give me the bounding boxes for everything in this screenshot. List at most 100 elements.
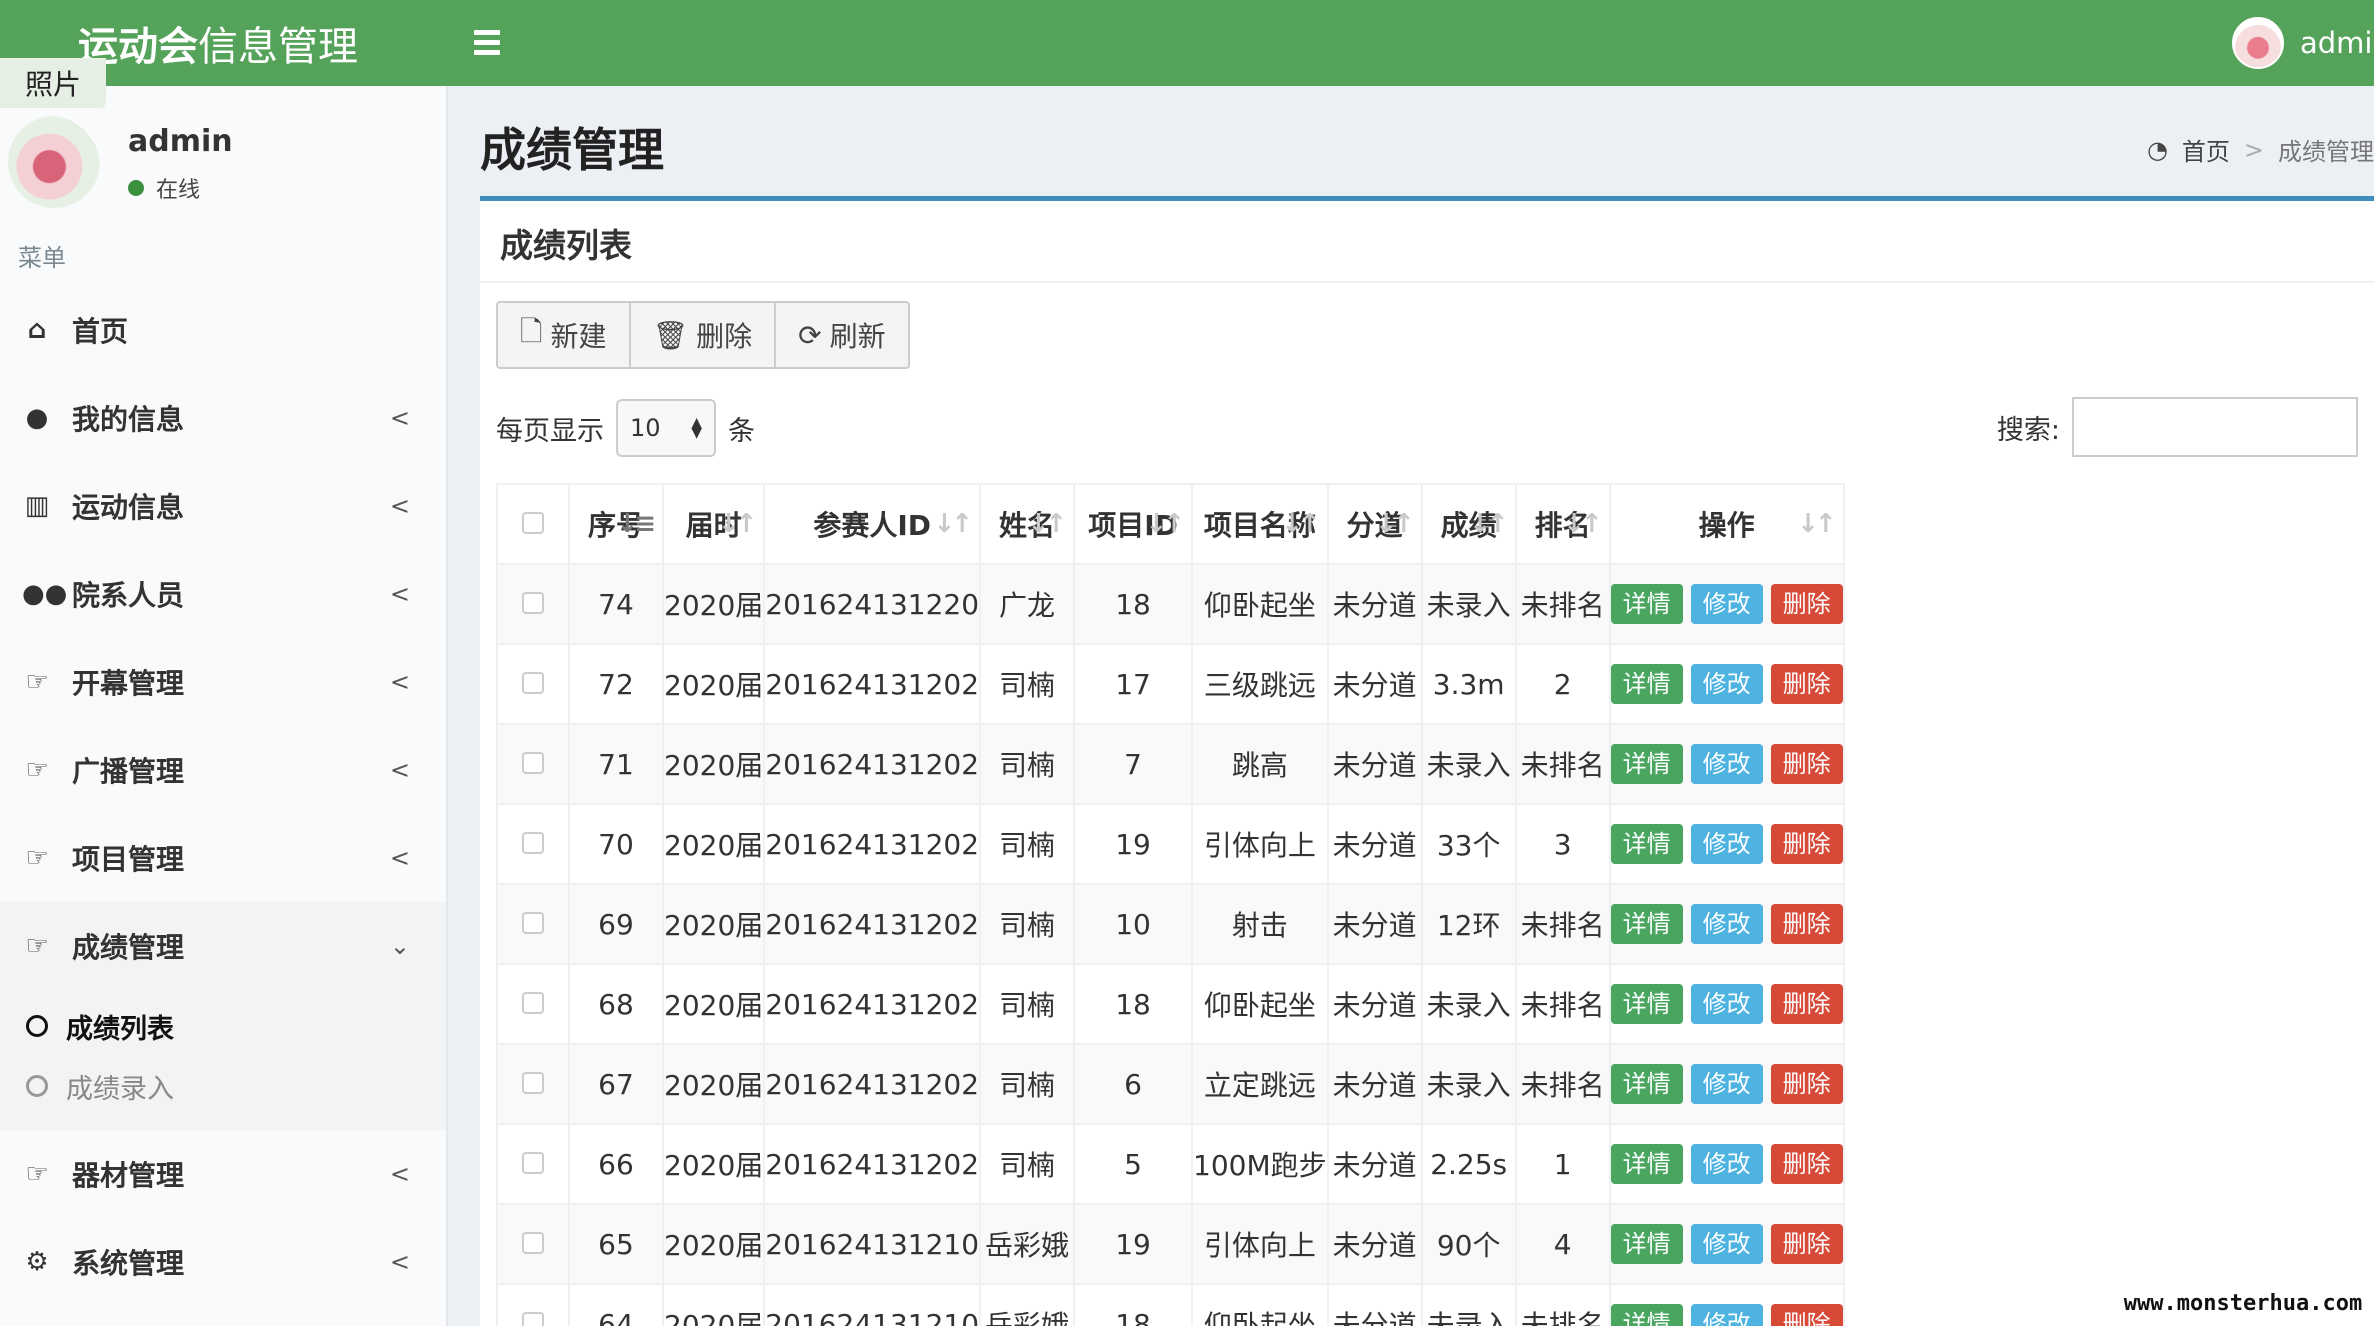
row-checkbox-cell [496,1283,570,1326]
row-actions-cell: 详情 修改 删除 [1608,1123,1845,1205]
edit-button[interactable]: 修改 [1690,584,1763,624]
column-header[interactable]: 届时 ↓↑ [661,483,766,565]
edit-button[interactable]: 修改 [1690,744,1763,784]
refresh-button[interactable]: ⟳ 刷新 [776,303,907,367]
row-delete-button[interactable]: 删除 [1770,984,1843,1024]
new-button[interactable]: 🗋 新建 [498,303,631,367]
detail-button[interactable]: 详情 [1610,824,1683,864]
detail-button[interactable]: 详情 [1610,1064,1683,1104]
hand-point-icon: ☞ [25,667,49,697]
sidebar-item-equipment[interactable]: ☞ 器材管理 < [0,1130,446,1218]
table-cell: 司楠 [979,803,1076,885]
sidebar-toggle-icon[interactable] [474,22,508,62]
row-delete-button[interactable]: 删除 [1770,1304,1843,1326]
detail-button[interactable]: 详情 [1610,1144,1683,1184]
row-checkbox[interactable] [522,591,544,614]
edit-button[interactable]: 修改 [1690,1224,1763,1264]
breadcrumb-current: 成绩管理 [2278,138,2374,166]
row-delete-button[interactable]: 删除 [1770,904,1843,944]
sidebar-item-sports-info[interactable]: ▥ 运动信息 < [0,462,446,550]
sidebar-item-opening[interactable]: ☞ 开幕管理 < [0,638,446,726]
select-all-checkbox[interactable] [522,511,544,534]
sidebar-menu: ⌂ 首页 ● 我的信息 < ▥ 运动信息 < ●● 院系人员 < ☞ 开幕管理 … [0,286,446,1306]
row-delete-button[interactable]: 删除 [1770,1224,1843,1264]
column-header[interactable]: 姓名 ↓↑ [979,483,1076,565]
column-header[interactable]: 项目名称 ↓↑ [1191,483,1329,565]
row-checkbox[interactable] [522,1151,544,1174]
search-input[interactable] [2072,397,2358,457]
row-delete-button[interactable]: 删除 [1770,824,1843,864]
sidebar-item-events[interactable]: ☞ 项目管理 < [0,814,446,902]
user-panel: admin 在线 [0,100,448,210]
sidebar-item-my-info[interactable]: ● 我的信息 < [0,374,446,462]
table-cell: 2020届 [661,563,766,645]
sort-desc-icon: ↓≡ [616,509,656,539]
column-header[interactable]: 参赛人ID ↓↑ [763,483,982,565]
table-cell: 未排名 [1514,563,1611,645]
table-cell: 未排名 [1514,963,1611,1045]
breadcrumb-home-link[interactable]: 首页 [2182,132,2230,167]
sidebar-item-broadcast[interactable]: ☞ 广播管理 < [0,726,446,814]
sidebar-item-scores[interactable]: ☞ 成绩管理 ⌄ [0,902,446,990]
table-cell: 司楠 [979,1043,1076,1125]
row-actions-cell: 详情 修改 删除 [1608,803,1845,885]
sidebar-subitem-label: 成绩列表 [66,1013,174,1045]
detail-button[interactable]: 详情 [1610,984,1683,1024]
sidebar-subitem-score-entry[interactable]: 成绩录入 [0,1056,446,1116]
table-row: 71 2020届 201624131202 司楠 7 跳高 未分道 未录入 未排名 详情 修改 删除 [496,723,1845,805]
detail-button[interactable]: 详情 [1610,1224,1683,1264]
edit-button[interactable]: 修改 [1690,824,1763,864]
detail-button[interactable]: 详情 [1610,1304,1683,1326]
photo-tag: 照片 [0,58,106,108]
row-delete-button[interactable]: 删除 [1770,1064,1843,1104]
row-checkbox[interactable] [522,831,544,854]
detail-button[interactable]: 详情 [1610,664,1683,704]
sort-icon: ↓↑ [1797,509,1837,539]
row-checkbox[interactable] [522,1231,544,1254]
sort-icon: ↓↑ [1145,509,1185,539]
page-title: 成绩管理 [480,123,664,177]
row-checkbox[interactable] [522,751,544,774]
edit-button[interactable]: 修改 [1690,904,1763,944]
sidebar-item-label: 器材管理 [72,1159,185,1192]
row-checkbox-cell [496,723,570,805]
column-header[interactable]: 成绩 ↓↑ [1420,483,1517,565]
sidebar-item-department-staff[interactable]: ●● 院系人员 < [0,550,446,638]
column-header[interactable]: 分道 ↓↑ [1326,483,1423,565]
row-checkbox[interactable] [522,911,544,934]
new-button-label: 新建 [550,320,607,353]
page-length-select[interactable]: 10 ▲ ▼ [616,399,716,457]
column-header[interactable]: 操作 ↓↑ [1608,483,1845,565]
sidebar-subitem-score-list[interactable]: 成绩列表 [0,996,446,1056]
row-actions-cell: 详情 修改 删除 [1608,883,1845,965]
row-checkbox[interactable] [522,1311,544,1326]
chevron-left-icon: < [389,668,410,696]
delete-button[interactable]: 🗑 删除 [631,303,777,367]
row-delete-button[interactable]: 删除 [1770,744,1843,784]
table-cell: 三级跳远 [1191,643,1329,725]
edit-button[interactable]: 修改 [1690,1304,1763,1326]
row-checkbox[interactable] [522,1071,544,1094]
row-checkbox[interactable] [522,671,544,694]
sidebar-item-system[interactable]: ⚙ 系统管理 < [0,1218,446,1306]
row-delete-button[interactable]: 删除 [1770,1144,1843,1184]
column-header[interactable]: 序号 ↓≡ [568,483,664,565]
detail-button[interactable]: 详情 [1610,904,1683,944]
box-title: 成绩列表 [500,226,632,265]
column-header[interactable]: 项目ID ↓↑ [1073,483,1194,565]
chevron-left-icon: < [389,404,410,432]
row-delete-button[interactable]: 删除 [1770,584,1843,624]
detail-button[interactable]: 详情 [1610,584,1683,624]
row-checkbox[interactable] [522,991,544,1014]
sidebar-item-home[interactable]: ⌂ 首页 [0,286,446,374]
edit-button[interactable]: 修改 [1690,664,1763,704]
detail-button[interactable]: 详情 [1610,744,1683,784]
table-cell: 70 [568,803,664,885]
column-header[interactable]: 排名 ↓↑ [1514,483,1611,565]
table-cell: 18 [1073,963,1194,1045]
edit-button[interactable]: 修改 [1690,984,1763,1024]
header-user-menu[interactable]: admin [2232,0,2374,86]
row-delete-button[interactable]: 删除 [1770,664,1843,704]
edit-button[interactable]: 修改 [1690,1064,1763,1104]
edit-button[interactable]: 修改 [1690,1144,1763,1184]
